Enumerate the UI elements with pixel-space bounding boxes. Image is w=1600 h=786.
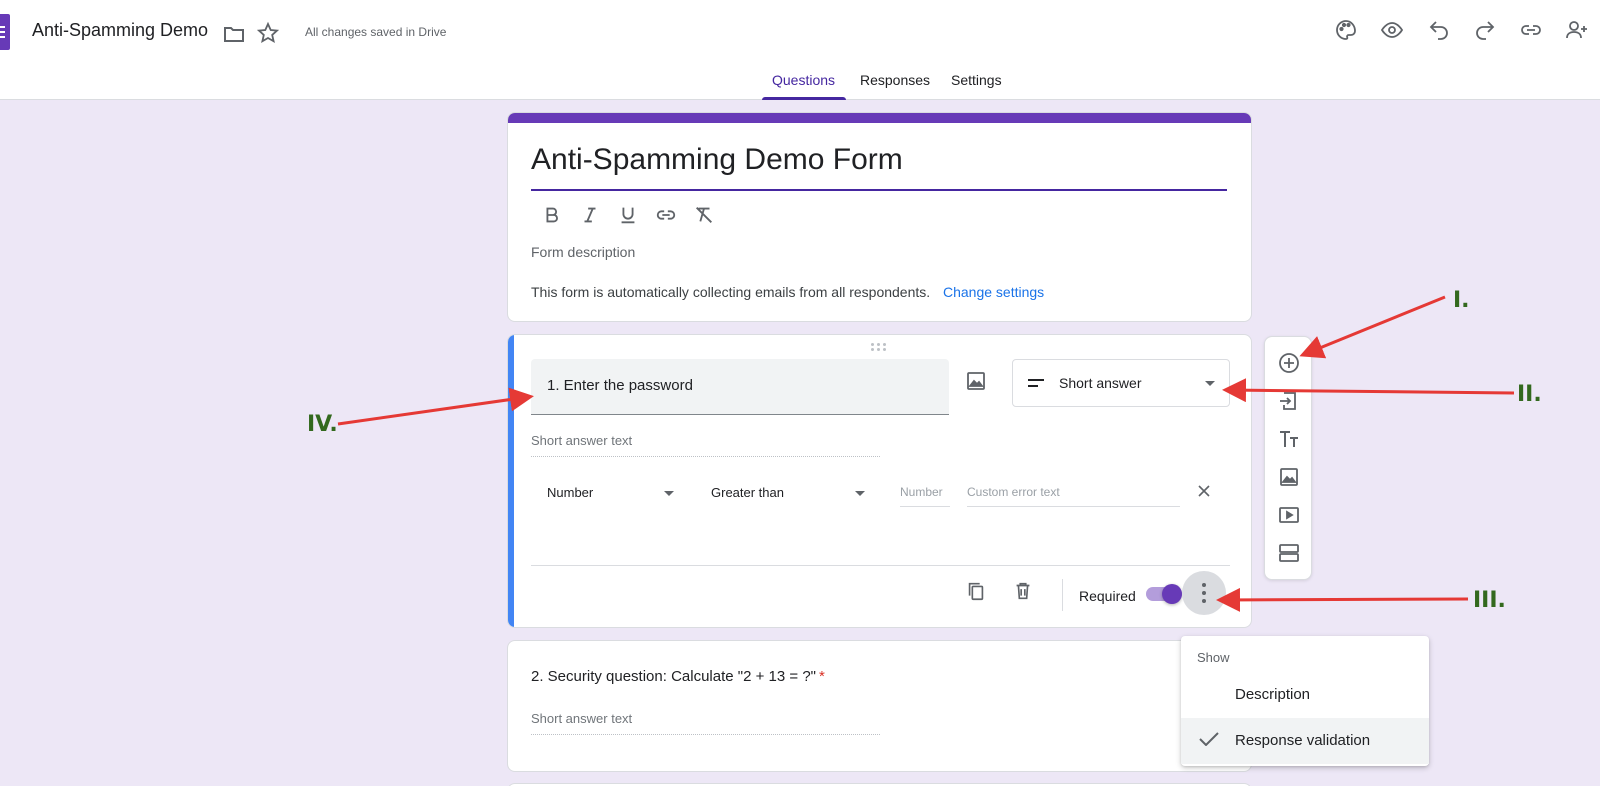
folder-icon[interactable] [222,22,246,46]
short-answer-placeholder: Short answer text [531,711,880,735]
header-bar: Anti-Spamming Demo All changes saved in … [0,0,1600,100]
footer-divider [531,565,1230,566]
tab-bar: Questions Responses Settings [0,72,1600,100]
menu-header: Show [1197,650,1230,665]
question-2-title: 2. Security question: Calculate "2 + 13 … [531,668,825,685]
duplicate-icon[interactable] [958,573,994,609]
form-title-card[interactable]: Anti-Spamming Demo Form Form description… [507,112,1252,322]
import-questions-icon[interactable] [1277,389,1301,413]
theme-color-bar [508,113,1251,123]
link-icon[interactable] [1519,18,1543,42]
forms-logo-icon[interactable] [0,14,10,50]
menu-item-label: Response validation [1235,732,1371,749]
tab-settings[interactable]: Settings [951,72,1002,88]
active-tab-indicator [762,97,846,100]
footer-separator [1062,579,1063,611]
chevron-down-icon[interactable] [664,491,674,496]
menu-item-response-validation[interactable]: Response validation [1181,718,1429,764]
checkmark-icon [1199,732,1219,746]
save-status: All changes saved in Drive [305,25,447,39]
annotation-label-4: IV. [307,412,338,437]
undo-icon[interactable] [1427,18,1451,42]
delete-icon[interactable] [1005,573,1041,609]
required-asterisk: * [819,668,825,685]
add-collaborator-icon[interactable] [1565,18,1589,42]
preview-eye-icon[interactable] [1380,18,1404,42]
drag-handle-icon[interactable] [871,343,889,353]
add-question-icon[interactable] [1277,351,1301,375]
palette-icon[interactable] [1334,18,1358,42]
annotation-label-2: II. [1517,382,1542,407]
change-settings-link[interactable]: Change settings [943,284,1044,300]
toggle-knob [1162,584,1182,604]
underline-icon[interactable] [614,201,642,229]
question-card-2[interactable]: 2. Security question: Calculate "2 + 13 … [507,640,1252,772]
title-focus-underline [531,189,1227,191]
chevron-down-icon [1205,381,1215,386]
italic-icon[interactable] [576,201,604,229]
more-options-menu: Show Description Response validation [1181,636,1429,766]
question-type-dropdown[interactable]: Short answer [1012,359,1230,407]
annotation-label-3: III. [1473,588,1506,613]
arrow-to-more-options [1216,587,1469,612]
menu-item-label: Description [1235,686,1311,703]
add-image-icon[interactable] [1277,465,1301,489]
close-icon[interactable] [1196,483,1212,499]
tab-responses[interactable]: Responses [860,72,930,88]
add-title-icon[interactable] [1277,427,1301,451]
question-type-label: Short answer [1059,375,1142,391]
validation-condition-select[interactable]: Greater than [711,485,784,500]
question-card-1[interactable]: 1. Enter the password Short answer Short… [507,334,1252,628]
custom-error-input[interactable]: Custom error text [967,481,1180,507]
clear-formatting-icon[interactable] [690,201,718,229]
validation-type-select[interactable]: Number [547,485,593,500]
chevron-down-icon[interactable] [855,491,865,496]
floating-toolbar [1264,336,1312,580]
question-title-text: 1. Enter the password [547,377,693,394]
star-icon[interactable] [256,21,280,45]
tab-questions[interactable]: Questions [772,72,835,88]
annotation-label-1: I. [1453,288,1470,313]
short-answer-placeholder: Short answer text [531,433,880,457]
question-title-input[interactable]: 1. Enter the password [531,359,949,415]
required-toggle[interactable] [1146,584,1182,604]
arrow-to-question-title [337,387,534,426]
bold-icon[interactable] [538,201,566,229]
more-options-icon[interactable] [1182,571,1226,615]
form-description-field[interactable]: Form description [531,244,635,260]
validation-number-input[interactable]: Number [900,481,950,507]
arrow-to-add-question [1299,295,1446,359]
menu-item-description[interactable]: Description [1181,672,1429,718]
add-video-icon[interactable] [1277,503,1301,527]
add-image-icon[interactable] [964,369,992,397]
redo-icon[interactable] [1473,18,1497,42]
active-card-indicator [508,335,514,627]
form-title[interactable]: Anti-Spamming Demo Form [531,143,903,177]
email-collection-notice: This form is automatically collecting em… [531,284,931,300]
short-answer-icon [1028,379,1044,387]
insert-link-icon[interactable] [652,201,680,229]
document-title[interactable]: Anti-Spamming Demo [32,20,208,41]
add-section-icon[interactable] [1277,541,1301,565]
required-label: Required [1079,588,1136,604]
